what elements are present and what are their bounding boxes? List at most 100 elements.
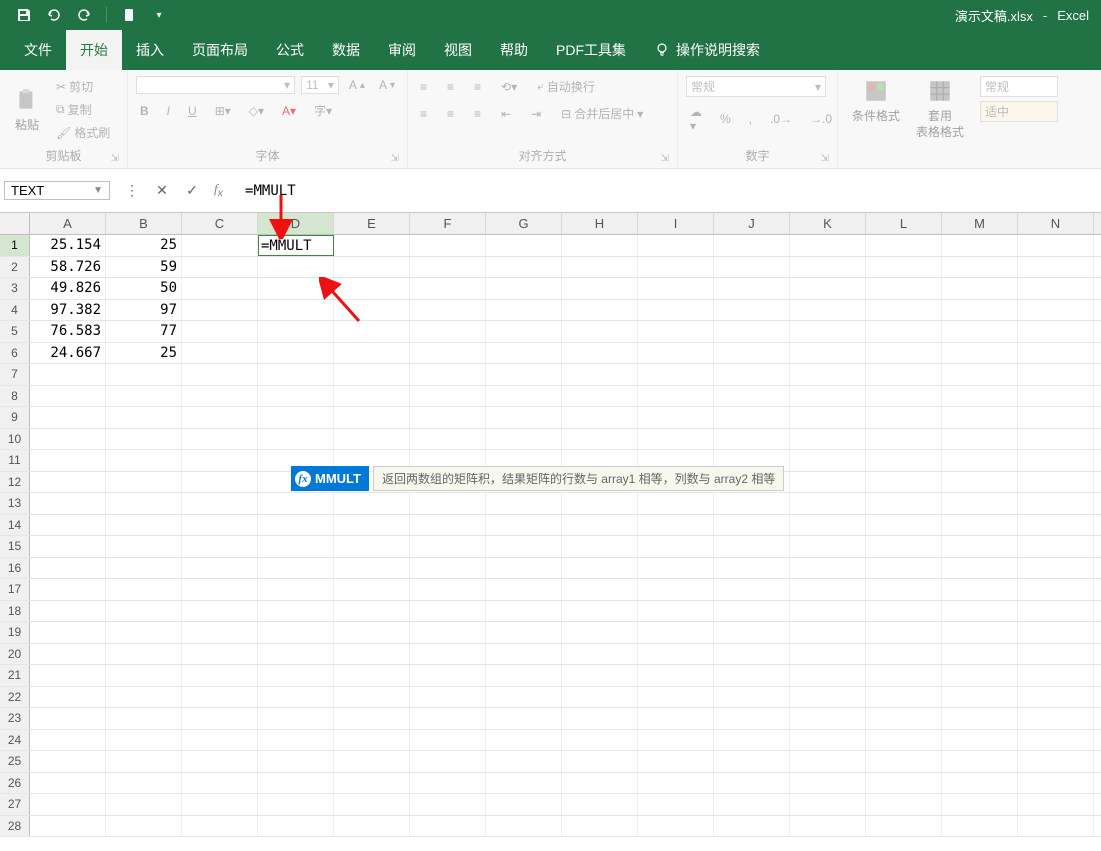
cell[interactable] bbox=[258, 730, 334, 751]
row-header[interactable]: 24 bbox=[0, 730, 30, 751]
cell[interactable] bbox=[410, 558, 486, 579]
cell[interactable] bbox=[486, 794, 562, 815]
row-header[interactable]: 8 bbox=[0, 386, 30, 407]
cell[interactable] bbox=[790, 751, 866, 772]
cell[interactable] bbox=[790, 343, 866, 364]
cell[interactable] bbox=[1018, 472, 1094, 493]
cell[interactable] bbox=[258, 665, 334, 686]
fx-icon[interactable]: fx bbox=[214, 181, 223, 200]
cell[interactable] bbox=[1018, 644, 1094, 665]
cell[interactable] bbox=[638, 816, 714, 837]
cell[interactable] bbox=[714, 773, 790, 794]
cell[interactable] bbox=[714, 278, 790, 299]
cell[interactable] bbox=[486, 644, 562, 665]
col-header-N[interactable]: N bbox=[1018, 213, 1094, 234]
cell[interactable] bbox=[866, 665, 942, 686]
cell[interactable] bbox=[1018, 665, 1094, 686]
cell[interactable] bbox=[866, 687, 942, 708]
cell[interactable] bbox=[106, 644, 182, 665]
cell[interactable] bbox=[30, 579, 106, 600]
cell[interactable] bbox=[410, 515, 486, 536]
cell[interactable] bbox=[942, 644, 1018, 665]
cell[interactable] bbox=[942, 235, 1018, 256]
cell[interactable] bbox=[638, 536, 714, 557]
spreadsheet-grid[interactable]: ABCDEFGHIJKLMN 125.15425=MMULT258.726593… bbox=[0, 213, 1101, 837]
cell[interactable] bbox=[638, 407, 714, 428]
clipboard-launcher-icon[interactable]: ⇲ bbox=[111, 153, 119, 164]
cell[interactable] bbox=[106, 708, 182, 729]
cell[interactable] bbox=[334, 364, 410, 385]
align-center-icon[interactable]: ≡ bbox=[443, 105, 458, 123]
cell[interactable] bbox=[866, 321, 942, 342]
fill-color-button[interactable]: ◇▾ bbox=[245, 102, 268, 120]
bold-button[interactable]: B bbox=[136, 102, 153, 120]
format-as-table-button[interactable]: 套用 表格格式 bbox=[910, 76, 970, 142]
cell[interactable] bbox=[334, 493, 410, 514]
cell[interactable] bbox=[106, 579, 182, 600]
cell[interactable] bbox=[790, 364, 866, 385]
cell[interactable] bbox=[638, 730, 714, 751]
cell[interactable] bbox=[638, 300, 714, 321]
percent-icon[interactable]: % bbox=[716, 110, 735, 128]
cell[interactable] bbox=[638, 751, 714, 772]
cell[interactable] bbox=[942, 278, 1018, 299]
cell[interactable]: 77 bbox=[106, 321, 182, 342]
cell[interactable] bbox=[790, 794, 866, 815]
cell[interactable] bbox=[410, 644, 486, 665]
cell[interactable] bbox=[562, 364, 638, 385]
col-header-H[interactable]: H bbox=[562, 213, 638, 234]
cell[interactable] bbox=[334, 708, 410, 729]
cell[interactable] bbox=[942, 257, 1018, 278]
border-button[interactable]: ⊞▾ bbox=[211, 102, 235, 120]
inc-decimal-icon[interactable]: .0→ bbox=[766, 110, 796, 128]
cell[interactable] bbox=[334, 343, 410, 364]
cell[interactable] bbox=[486, 622, 562, 643]
cell[interactable] bbox=[638, 257, 714, 278]
cell[interactable] bbox=[1018, 558, 1094, 579]
cell[interactable] bbox=[638, 364, 714, 385]
cell[interactable] bbox=[638, 665, 714, 686]
align-bottom-icon[interactable]: ≡ bbox=[470, 78, 485, 96]
tab-data[interactable]: 数据 bbox=[318, 30, 374, 70]
row-header[interactable]: 26 bbox=[0, 773, 30, 794]
cell[interactable] bbox=[562, 708, 638, 729]
cell[interactable] bbox=[714, 730, 790, 751]
cell[interactable] bbox=[790, 386, 866, 407]
phonetic-button[interactable]: 字▾ bbox=[310, 100, 336, 121]
cell[interactable] bbox=[942, 622, 1018, 643]
cell[interactable] bbox=[486, 687, 562, 708]
cell[interactable] bbox=[486, 257, 562, 278]
touch-mode-icon[interactable] bbox=[121, 7, 137, 23]
cell[interactable] bbox=[562, 515, 638, 536]
cell[interactable] bbox=[714, 536, 790, 557]
cell[interactable] bbox=[1018, 816, 1094, 837]
cell[interactable] bbox=[410, 364, 486, 385]
cell[interactable] bbox=[258, 751, 334, 772]
cell[interactable] bbox=[30, 687, 106, 708]
cell[interactable] bbox=[942, 386, 1018, 407]
row-header[interactable]: 17 bbox=[0, 579, 30, 600]
cell[interactable] bbox=[942, 536, 1018, 557]
cell[interactable] bbox=[106, 493, 182, 514]
cell[interactable] bbox=[638, 558, 714, 579]
autocomplete-item[interactable]: fx MMULT bbox=[291, 466, 369, 491]
cell[interactable] bbox=[334, 536, 410, 557]
tab-formula[interactable]: 公式 bbox=[262, 30, 318, 70]
tab-insert[interactable]: 插入 bbox=[122, 30, 178, 70]
cell[interactable]: 25.154 bbox=[30, 235, 106, 256]
cell-style-neutral[interactable]: 适中 bbox=[980, 101, 1058, 122]
tab-pdf[interactable]: PDF工具集 bbox=[542, 30, 640, 70]
col-header-E[interactable]: E bbox=[334, 213, 410, 234]
cell[interactable] bbox=[1018, 708, 1094, 729]
cell[interactable] bbox=[30, 386, 106, 407]
cell[interactable] bbox=[486, 300, 562, 321]
cell[interactable] bbox=[486, 429, 562, 450]
cell[interactable] bbox=[562, 665, 638, 686]
cell[interactable] bbox=[942, 407, 1018, 428]
cell[interactable] bbox=[106, 386, 182, 407]
col-header-M[interactable]: M bbox=[942, 213, 1018, 234]
cell[interactable] bbox=[562, 558, 638, 579]
col-header-G[interactable]: G bbox=[486, 213, 562, 234]
cell[interactable] bbox=[334, 429, 410, 450]
cell[interactable] bbox=[790, 687, 866, 708]
